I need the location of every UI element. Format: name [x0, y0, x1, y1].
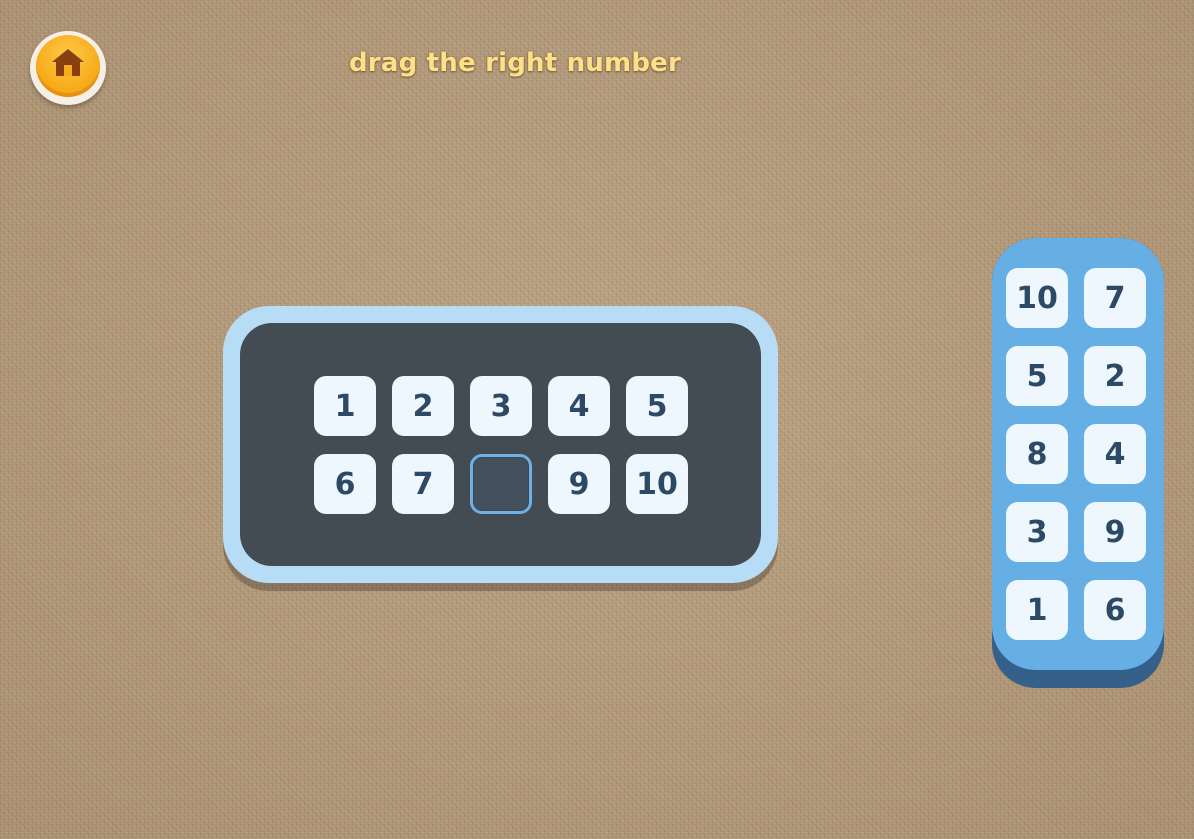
draggable-number-tile[interactable]: 4	[1084, 424, 1146, 484]
board-tile: 10	[626, 454, 688, 514]
home-button[interactable]	[30, 31, 106, 105]
draggable-number-tile[interactable]: 8	[1006, 424, 1068, 484]
empty-drop-slot[interactable]	[470, 454, 532, 514]
board-tile: 6	[314, 454, 376, 514]
draggable-number-tile[interactable]: 2	[1084, 346, 1146, 406]
draggable-number-tile[interactable]: 10	[1006, 268, 1068, 328]
board-grid: 1 2 3 4 5 6 7 9 10	[314, 376, 688, 516]
board-tile: 3	[470, 376, 532, 436]
draggable-number-tile[interactable]: 1	[1006, 580, 1068, 640]
answer-tray: 10 7 5 2 8 4 3 9 1 6	[992, 238, 1164, 688]
board-tile: 5	[626, 376, 688, 436]
draggable-number-tile[interactable]: 5	[1006, 346, 1068, 406]
draggable-number-tile[interactable]: 7	[1084, 268, 1146, 328]
board-tile: 4	[548, 376, 610, 436]
draggable-number-tile[interactable]: 6	[1084, 580, 1146, 640]
board-tile: 2	[392, 376, 454, 436]
instruction-title: drag the right number	[349, 48, 681, 78]
draggable-number-tile[interactable]: 9	[1084, 502, 1146, 562]
board-tile: 1	[314, 376, 376, 436]
board-tile: 7	[392, 454, 454, 514]
draggable-number-tile[interactable]: 3	[1006, 502, 1068, 562]
home-icon	[52, 49, 84, 76]
board-tile: 9	[548, 454, 610, 514]
